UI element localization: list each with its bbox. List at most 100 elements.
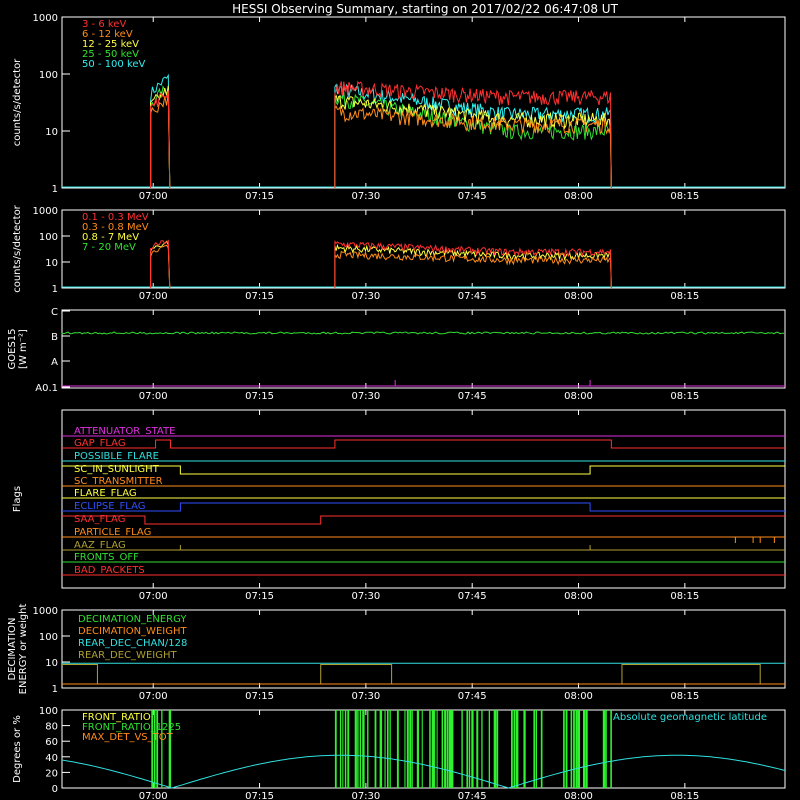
legend-entry: REAR_DEC_CHAN/128 <box>78 638 187 649</box>
y-tick-label: 0 <box>52 784 58 795</box>
front-ratio-bar <box>516 710 519 788</box>
annotation-label: Absolute geomagnetic latitude <box>613 712 767 723</box>
front-ratio-bar <box>476 710 479 788</box>
y-tick-label: A0.1 <box>35 383 58 394</box>
flag-label: PARTICLE_FLAG <box>74 527 151 538</box>
front-ratio-bar <box>387 710 389 788</box>
front-ratio-bar <box>384 710 386 788</box>
x-tick-label: 08:00 <box>564 591 593 602</box>
flag-label: ATTENUATOR_STATE <box>74 426 175 437</box>
y-tick-label: 1 <box>52 284 58 295</box>
front-ratio-bar <box>540 710 543 788</box>
front-ratio-bar <box>471 710 474 788</box>
y-tick-label: 80 <box>45 722 58 733</box>
y-tick-label: 40 <box>45 753 58 764</box>
x-tick-label: 07:30 <box>351 291 380 302</box>
x-tick-label: 07:45 <box>458 291 487 302</box>
front-ratio-bar <box>429 710 431 788</box>
x-tick-label: 07:15 <box>245 691 274 702</box>
y-tick-label: 1000 <box>33 206 58 217</box>
legend-entry: 50 - 100 keV <box>82 59 146 70</box>
x-tick-label: 08:15 <box>670 591 699 602</box>
front-ratio-bar <box>605 710 607 788</box>
x-tick-label: 08:00 <box>564 191 593 202</box>
front-ratio-bar <box>602 710 606 788</box>
y-tick-label: B <box>51 332 58 343</box>
y-axis-label: ENERGY or weight <box>18 604 29 695</box>
y-tick-label: 10 <box>45 258 58 269</box>
front-ratio-bar <box>451 710 454 788</box>
x-tick-label: 07:45 <box>458 791 487 800</box>
front-ratio-bar <box>389 710 391 788</box>
front-ratio-bar <box>421 710 423 788</box>
x-tick-label: 07:30 <box>351 791 380 800</box>
front-ratio-bar <box>409 710 412 788</box>
x-tick-label: 07:00 <box>139 591 168 602</box>
x-tick-label: 07:00 <box>139 691 168 702</box>
x-tick-label: 07:30 <box>351 391 380 402</box>
front-ratio-bar <box>434 710 436 788</box>
x-tick-label: 08:15 <box>670 191 699 202</box>
front-ratio-bar <box>446 710 449 788</box>
front-ratio-bar <box>374 710 377 788</box>
x-tick-label: 08:15 <box>670 691 699 702</box>
legend-entry: 7 - 20 MeV <box>82 242 136 253</box>
y-tick-label: 10 <box>45 658 58 669</box>
front-ratio-bar <box>563 710 565 788</box>
front-ratio-bar <box>578 710 580 788</box>
front-ratio-bar <box>511 710 513 788</box>
flag-label: ECLIPSE_FLAG <box>74 501 145 512</box>
front-ratio-bar <box>533 710 536 788</box>
x-tick-label: 07:30 <box>351 691 380 702</box>
flag-label: BAD_PACKETS <box>74 565 145 576</box>
front-ratio-bar <box>367 710 369 788</box>
y-axis-label: Flags <box>12 486 23 512</box>
legend-entry: DECIMATION_ENERGY <box>78 614 187 625</box>
front-ratio-bar <box>411 710 413 788</box>
flag-label: FLARE_FLAG <box>74 488 137 499</box>
x-tick-label: 08:00 <box>564 291 593 302</box>
front-ratio-bar <box>565 710 568 788</box>
y-tick-label: A <box>51 357 58 368</box>
x-tick-label: 07:00 <box>139 391 168 402</box>
y-tick-label: C <box>51 307 58 318</box>
legend-entry: MAX_DET_VS_TOT <box>82 732 174 743</box>
hessi-summary-chart: HESSI Observing Summary, starting on 201… <box>0 0 800 800</box>
y-tick-label: 1000 <box>33 606 58 617</box>
x-tick-label: 07:00 <box>139 191 168 202</box>
y-tick-label: 100 <box>39 632 58 643</box>
x-tick-label: 07:15 <box>245 391 274 402</box>
y-axis-label: [W m⁻²] <box>18 329 29 369</box>
front-ratio-bar <box>610 710 612 788</box>
x-tick-label: 07:45 <box>458 391 487 402</box>
y-tick-label: 1 <box>52 184 58 195</box>
front-ratio-bar <box>359 710 362 788</box>
front-ratio-bar <box>575 710 578 788</box>
x-tick-label: 08:15 <box>670 391 699 402</box>
front-ratio-bar <box>583 710 586 788</box>
y-axis-label: Degrees or % <box>12 715 23 783</box>
front-ratio-bar <box>379 710 383 788</box>
x-tick-label: 07:30 <box>351 191 380 202</box>
front-ratio-bar <box>444 710 446 788</box>
x-tick-label: 07:00 <box>139 791 168 800</box>
y-axis-label: GOES15 <box>7 328 18 369</box>
flag-label: AAZ_FLAG <box>74 540 126 551</box>
front-ratio-bar <box>488 710 490 788</box>
flag-label: POSSIBLE_FLARE <box>74 451 159 462</box>
x-tick-label: 07:15 <box>245 791 274 800</box>
y-axis-label: DECIMATION <box>7 617 18 680</box>
front-ratio-bar <box>493 710 496 788</box>
front-ratio-bar <box>461 710 463 788</box>
x-tick-label: 07:00 <box>139 291 168 302</box>
front-ratio-bar <box>354 710 357 788</box>
front-ratio-bar <box>535 710 537 788</box>
x-tick-label: 08:15 <box>670 291 699 302</box>
front-ratio-bar <box>481 710 483 788</box>
front-ratio-bar <box>334 710 337 788</box>
x-tick-label: 08:15 <box>670 791 699 800</box>
front-ratio-bar <box>404 710 406 788</box>
front-ratio-bar <box>441 710 444 788</box>
front-ratio-bar <box>416 710 419 788</box>
x-tick-label: 07:30 <box>351 591 380 602</box>
